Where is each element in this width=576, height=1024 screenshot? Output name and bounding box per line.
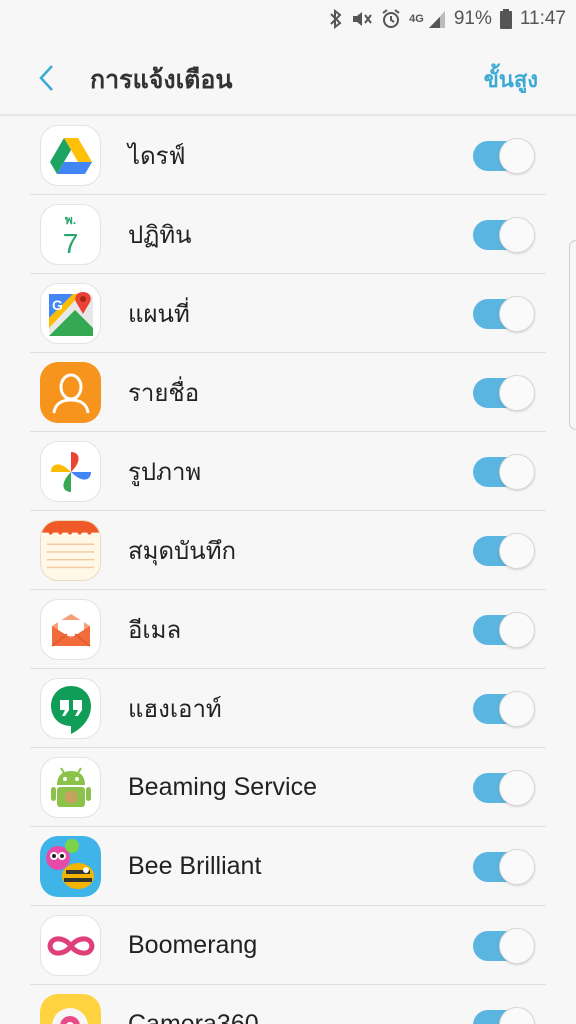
alarm-icon — [381, 9, 401, 29]
toggle-knob — [499, 216, 535, 253]
notification-toggle[interactable] — [473, 848, 535, 885]
signal-icon — [428, 9, 446, 29]
notification-toggle[interactable] — [473, 137, 535, 174]
toggle-knob — [499, 532, 535, 569]
camera360-icon — [40, 994, 101, 1024]
app-name: ปฏิทิน — [128, 221, 192, 249]
toggle-knob — [499, 690, 535, 727]
advanced-button[interactable]: ขั้นสูง — [484, 62, 538, 97]
boomerang-icon — [40, 915, 101, 976]
notification-toggle[interactable] — [473, 769, 535, 806]
notification-toggle[interactable] — [473, 453, 535, 490]
app-name: Camera360 — [128, 1010, 259, 1024]
bee-brilliant-icon — [40, 836, 101, 897]
list-item[interactable]: ไดรฟ์ — [0, 116, 576, 195]
google-drive-icon — [40, 125, 101, 186]
app-name: Beaming Service — [128, 773, 317, 801]
notification-toggle[interactable] — [473, 927, 535, 964]
notification-toggle[interactable] — [473, 532, 535, 569]
contacts-icon — [40, 362, 101, 423]
toggle-knob — [499, 848, 535, 885]
app-bar: การแจ้งเตือน ขั้นสูง — [0, 38, 576, 116]
list-item[interactable]: รูปภาพ — [0, 432, 576, 511]
app-name: รูปภาพ — [128, 458, 202, 486]
mute-icon — [351, 9, 373, 29]
list-item[interactable]: G แผนที่ — [0, 274, 576, 353]
hangouts-icon — [40, 678, 101, 739]
toggle-knob — [499, 1006, 535, 1024]
list-item[interactable]: พ. 7 ปฏิทิน — [0, 195, 576, 274]
notification-toggle[interactable] — [473, 374, 535, 411]
app-name: รายชื่อ — [128, 379, 200, 407]
notification-toggle[interactable] — [473, 295, 535, 332]
back-arrow-icon — [39, 65, 53, 91]
google-maps-icon: G — [40, 283, 101, 344]
list-item[interactable]: Beaming Service — [0, 748, 576, 827]
list-item[interactable]: Boomerang — [0, 906, 576, 985]
battery-icon — [499, 9, 512, 29]
list-item[interactable]: รายชื่อ — [0, 353, 576, 432]
notification-toggle[interactable] — [473, 690, 535, 727]
app-name: ไดรฟ์ — [128, 142, 186, 170]
toggle-knob — [499, 769, 535, 806]
app-notification-list: ไดรฟ์ พ. 7 ปฏิทิน G แผนที่ รายชื่อ รูปภา… — [0, 116, 576, 1024]
list-item[interactable]: แฮงเอาท์ — [0, 669, 576, 748]
app-name: แผนที่ — [128, 300, 190, 328]
list-item[interactable]: อีเมล — [0, 590, 576, 669]
back-button[interactable] — [28, 58, 64, 98]
battery-percent: 91% — [453, 8, 492, 29]
app-name: สมุดบันทึก — [128, 537, 237, 565]
memo-icon — [40, 520, 101, 581]
network-type: 4G — [409, 13, 424, 25]
app-name: แฮงเอาท์ — [128, 695, 222, 723]
clock: 11:47 — [519, 8, 566, 29]
list-item[interactable]: สมุดบันทึก — [0, 511, 576, 590]
page-title: การแจ้งเตือน — [90, 65, 233, 94]
toggle-knob — [499, 295, 535, 332]
bluetooth-icon — [329, 9, 343, 29]
app-name: อีเมล — [128, 616, 182, 644]
notification-toggle[interactable] — [473, 216, 535, 253]
notification-toggle[interactable] — [473, 1006, 535, 1024]
toggle-knob — [499, 137, 535, 174]
toggle-knob — [499, 453, 535, 490]
calendar-icon: พ. 7 — [40, 204, 101, 265]
app-name: Bee Brilliant — [128, 852, 262, 880]
notification-toggle[interactable] — [473, 611, 535, 648]
toggle-knob — [499, 927, 535, 964]
app-name: Boomerang — [128, 931, 258, 959]
status-bar: 4G 91% 11:47 — [0, 0, 576, 38]
google-photos-icon — [40, 441, 101, 502]
toggle-knob — [499, 374, 535, 411]
scroll-handle[interactable] — [569, 240, 576, 430]
toggle-knob — [499, 611, 535, 648]
list-item[interactable]: Camera360 — [0, 985, 576, 1024]
email-icon — [40, 599, 101, 660]
list-item[interactable]: Bee Brilliant — [0, 827, 576, 906]
beaming-service-icon — [40, 757, 101, 818]
svg-text:G: G — [52, 297, 63, 313]
calendar-date: 7 — [62, 228, 79, 259]
